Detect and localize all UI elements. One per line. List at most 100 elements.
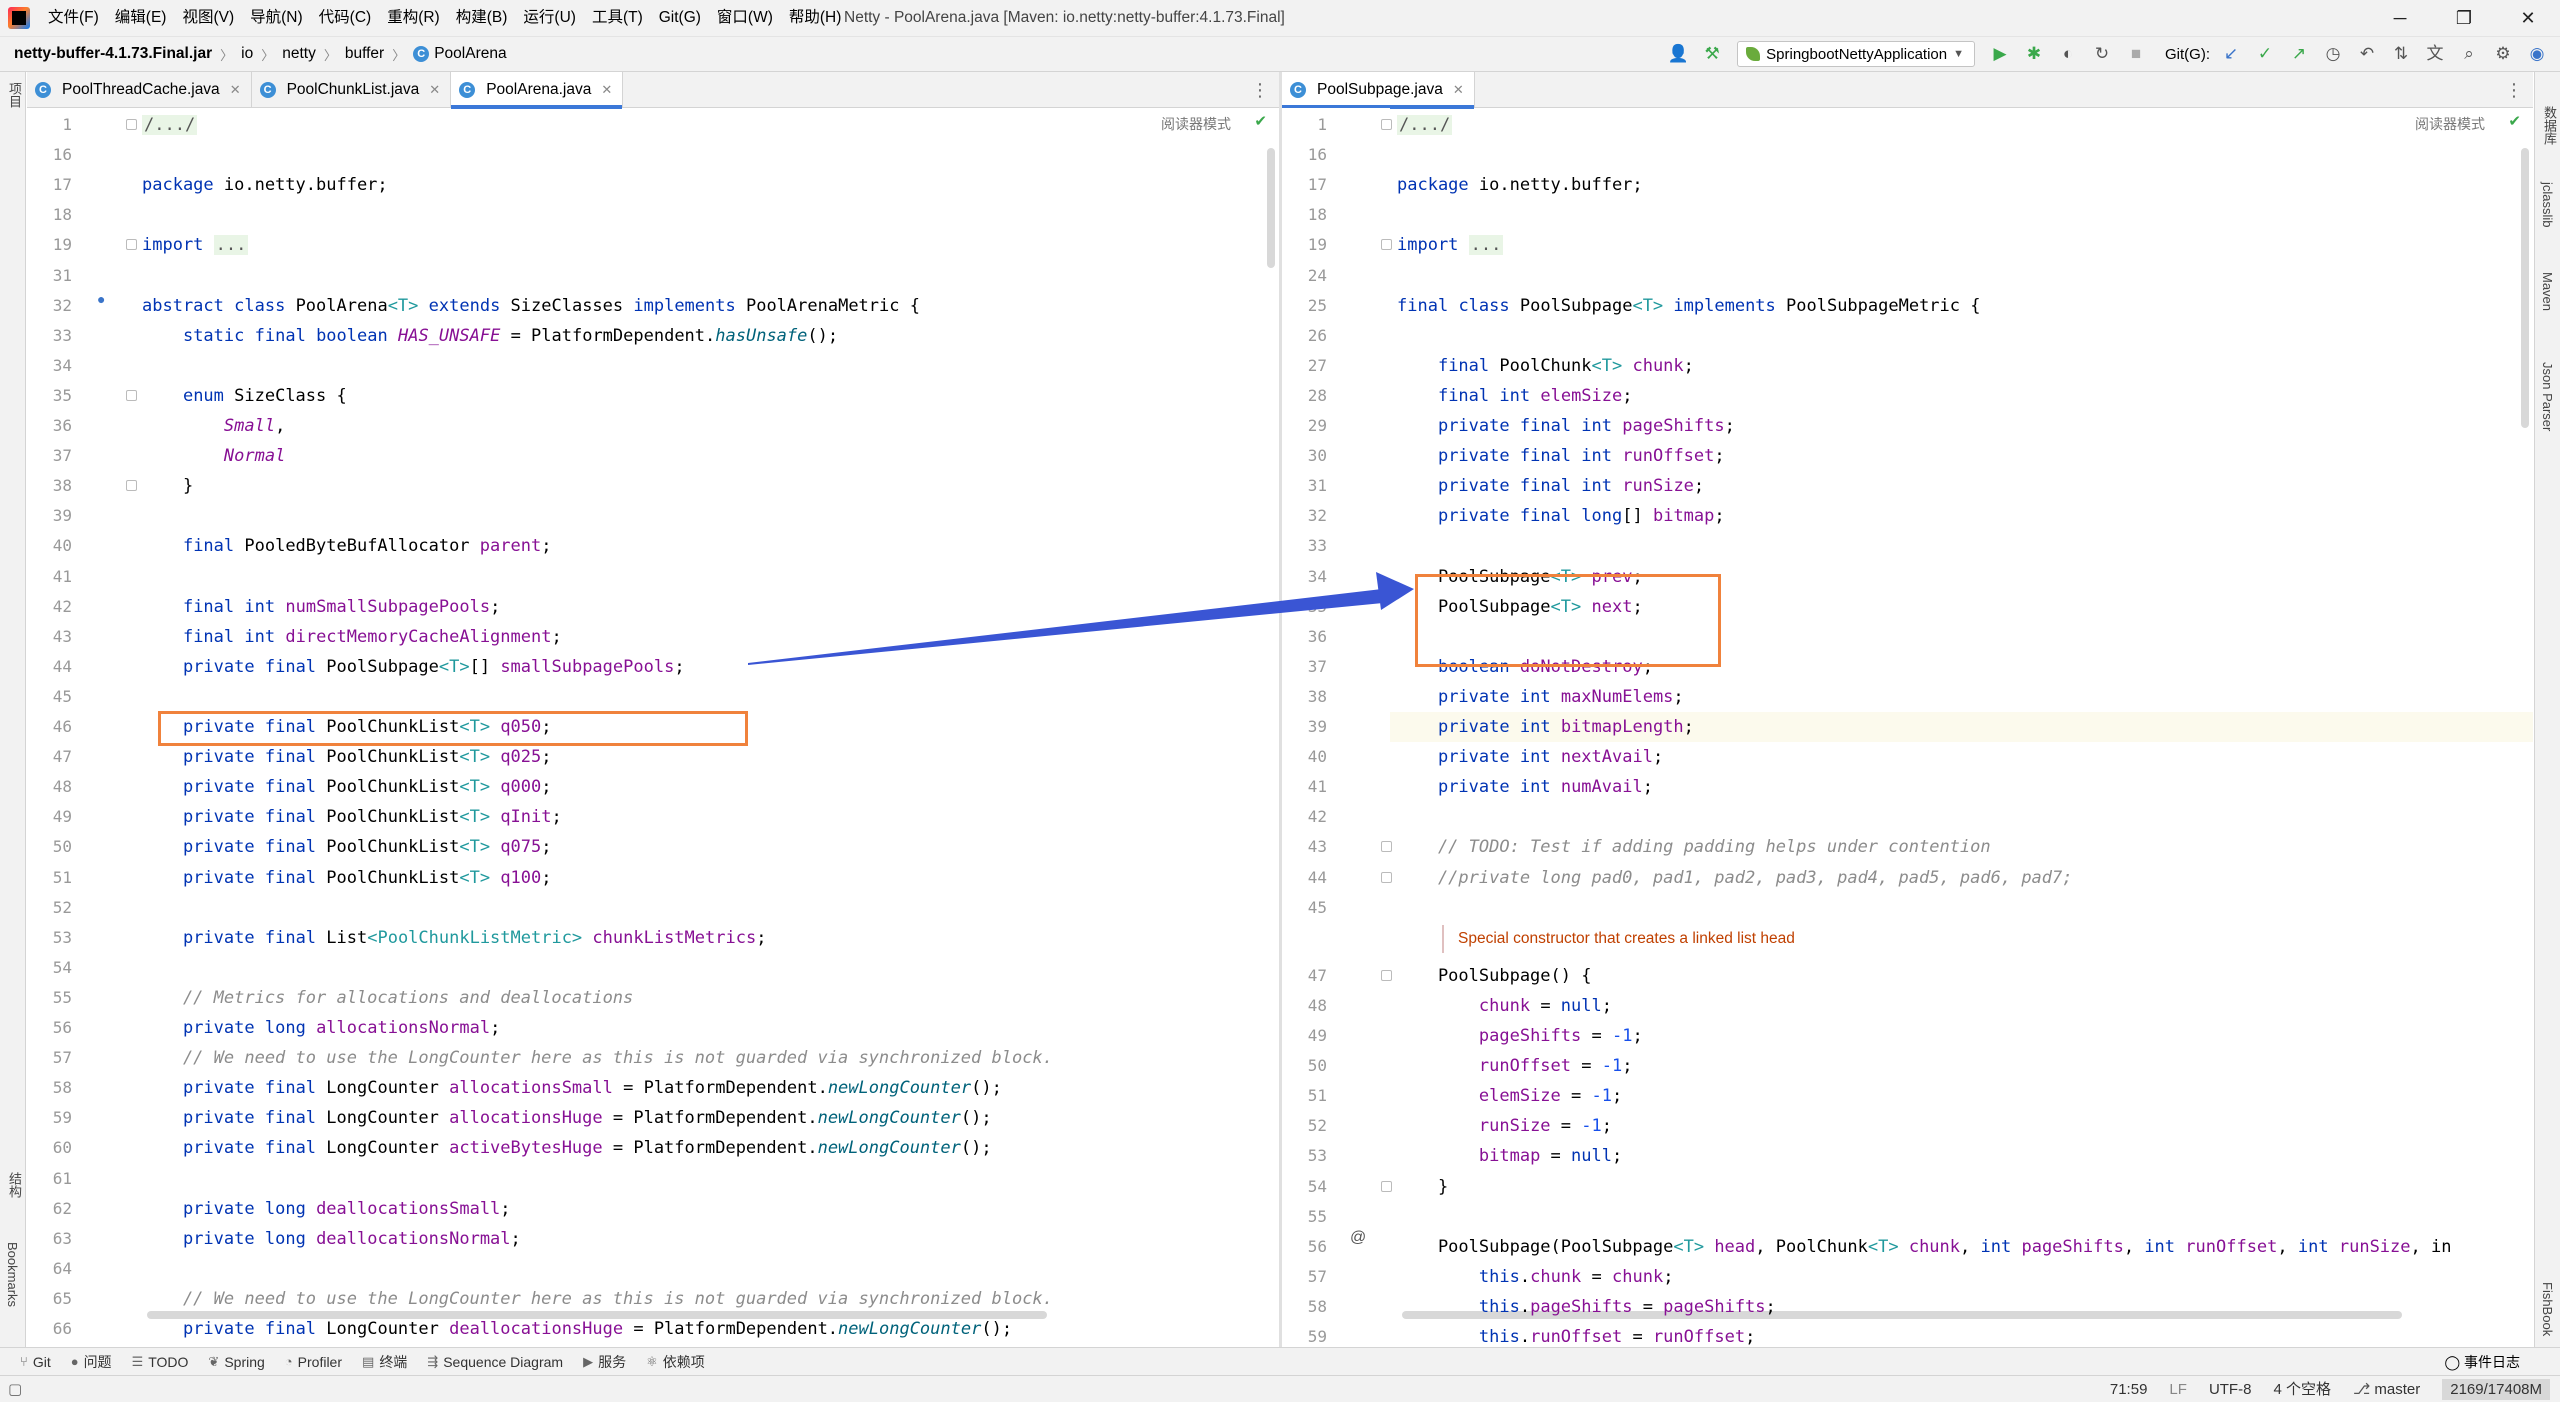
menu-item[interactable]: 编辑(E) bbox=[107, 0, 175, 36]
search-icon[interactable]: ⌕ bbox=[2454, 39, 2484, 69]
menu-item[interactable]: 视图(V) bbox=[174, 0, 242, 36]
close-icon[interactable]: ✕ bbox=[429, 82, 440, 98]
user-icon[interactable]: 👤 bbox=[1663, 39, 1693, 69]
menu-item[interactable]: 工具(T) bbox=[584, 0, 651, 36]
line-separator[interactable]: LF bbox=[2169, 1376, 2187, 1402]
editor-tab[interactable]: C PoolArena.java ✕ bbox=[451, 72, 624, 109]
breadcrumb-buffer[interactable]: buffer bbox=[345, 45, 384, 63]
editor-tab[interactable]: C PoolThreadCache.java ✕ bbox=[27, 72, 252, 108]
breadcrumb-jar[interactable]: netty-buffer-4.1.73.Final.jar bbox=[14, 45, 212, 63]
history-icon[interactable]: ◷ bbox=[2318, 39, 2348, 69]
jclasslib-tool-button[interactable]: jclasslib bbox=[2540, 182, 2555, 228]
close-icon[interactable]: ✕ bbox=[2496, 0, 2560, 36]
coverage-icon[interactable]: ◐ bbox=[2053, 39, 2083, 69]
chevron-right-icon: 〉 bbox=[261, 47, 275, 63]
breadcrumb-io[interactable]: io bbox=[241, 45, 253, 63]
menu-item[interactable]: 代码(C) bbox=[311, 0, 380, 36]
fishbook-tool-button[interactable]: FishBook bbox=[2540, 1282, 2555, 1336]
implements-marker-icon[interactable]: ● bbox=[97, 291, 105, 307]
fold-marker-icon[interactable] bbox=[126, 119, 137, 130]
stop-icon[interactable]: ■ bbox=[2121, 39, 2151, 69]
editor-tab[interactable]: C PoolSubpage.java ✕ bbox=[1282, 72, 1475, 109]
left-vertical-scrollbar[interactable] bbox=[1267, 148, 1275, 268]
bookmarks-tool-button[interactable]: Bookmarks bbox=[5, 1242, 20, 1307]
tab-actions-icon[interactable]: ⋮ bbox=[1251, 72, 1269, 108]
menu-item[interactable]: 窗口(W) bbox=[709, 0, 781, 36]
inspection-ok-icon[interactable]: ✔ bbox=[2508, 112, 2521, 130]
line-number: 44 bbox=[52, 656, 72, 676]
minimize-icon[interactable]: ─ bbox=[2368, 0, 2432, 36]
project-tool-button[interactable]: 项目 bbox=[5, 82, 24, 108]
plugin-icon[interactable]: ◉ bbox=[2522, 39, 2552, 69]
tool-window-button[interactable]: ⇶ Sequence Diagram bbox=[427, 1354, 563, 1370]
run-configuration-select[interactable]: SpringbootNettyApplication ▼ bbox=[1737, 41, 1975, 67]
debug-icon[interactable]: ✱ bbox=[2019, 39, 2049, 69]
close-icon[interactable]: ✕ bbox=[230, 82, 241, 98]
memory-indicator[interactable]: 2169/17408M bbox=[2442, 1379, 2550, 1400]
layout-toggle-icon[interactable]: ▢ bbox=[8, 1380, 22, 1398]
tool-window-button[interactable]: ⚛ 依赖项 bbox=[646, 1352, 705, 1372]
highlight-box-prev-next bbox=[1415, 574, 1721, 667]
inspection-ok-icon[interactable]: ✔ bbox=[1254, 112, 1267, 130]
tool-window-button[interactable]: ● 问题 bbox=[71, 1352, 112, 1372]
tool-window-button[interactable]: ▤ 终端 bbox=[362, 1352, 407, 1372]
tool-window-button[interactable]: ☰ TODO bbox=[132, 1354, 189, 1370]
translate-icon[interactable]: 文 bbox=[2420, 39, 2450, 69]
build-hammer-icon[interactable]: ⚒ bbox=[1697, 39, 1727, 69]
code-line: private int numAvail; bbox=[1437, 777, 1653, 798]
close-icon[interactable]: ✕ bbox=[601, 82, 612, 98]
caret-position[interactable]: 71:59 bbox=[2110, 1376, 2148, 1402]
fold-marker-icon[interactable] bbox=[1381, 969, 1392, 981]
menu-item[interactable]: 帮助(H) bbox=[781, 0, 850, 36]
git-update-icon[interactable]: ↙ bbox=[2216, 39, 2246, 69]
fold-marker-icon[interactable] bbox=[1381, 1180, 1392, 1192]
code-line: final PooledByteBufAllocator parent; bbox=[182, 536, 552, 557]
restore-icon[interactable]: ❐ bbox=[2432, 0, 2496, 36]
rollback-icon[interactable]: ↶ bbox=[2352, 39, 2382, 69]
file-encoding[interactable]: UTF-8 bbox=[2209, 1376, 2252, 1402]
right-vertical-scrollbar[interactable] bbox=[2521, 148, 2529, 428]
fold-marker-icon[interactable] bbox=[1381, 239, 1392, 251]
event-log-button[interactable]: ◯ 事件日志 bbox=[2444, 1348, 2520, 1376]
git-commit-icon[interactable]: ✓ bbox=[2250, 39, 2280, 69]
left-code-editor[interactable]: 1 16 17 18 19 31 32 33 34 35 36 37 38 39 40 41 42 43 44 45 4… bbox=[27, 108, 1279, 1339]
run-icon[interactable]: ▶ bbox=[1985, 39, 2015, 69]
fold-marker-icon[interactable] bbox=[1381, 841, 1392, 853]
fold-marker-icon[interactable] bbox=[126, 239, 137, 251]
breadcrumb-class[interactable]: PoolArena bbox=[434, 45, 506, 63]
tab-actions-icon[interactable]: ⋮ bbox=[2505, 72, 2523, 108]
right-code-editor[interactable]: 1 16 17 18 19 24 25 26 27 28 29 30 31 32 33 34 35 36 37 38 3… bbox=[1282, 108, 2533, 1347]
menu-item[interactable]: 运行(U) bbox=[515, 0, 584, 36]
vcs-operations-icon[interactable]: ⇅ bbox=[2386, 39, 2416, 69]
database-tool-button[interactable]: 数据库 bbox=[2540, 106, 2559, 145]
tool-window-button[interactable]: ❦ Spring bbox=[208, 1354, 264, 1370]
reader-mode-button[interactable]: 阅读器模式 bbox=[2415, 114, 2485, 134]
menu-item[interactable]: 构建(B) bbox=[448, 0, 516, 36]
tool-window-button[interactable]: ▶ 服务 bbox=[583, 1352, 626, 1372]
indent-setting[interactable]: 4 个空格 bbox=[2273, 1376, 2331, 1402]
maven-tool-button[interactable]: Maven bbox=[2540, 272, 2555, 311]
tool-window-button[interactable]: ⑂ Git bbox=[20, 1354, 51, 1370]
editor-tab[interactable]: C PoolChunkList.java ✕ bbox=[252, 72, 452, 108]
fold-marker-icon[interactable] bbox=[126, 389, 137, 401]
menu-item[interactable]: 导航(N) bbox=[242, 0, 311, 36]
json-parser-tool-button[interactable]: Json Parser bbox=[2540, 362, 2555, 431]
menu-item[interactable]: Git(G) bbox=[651, 0, 709, 36]
fold-marker-icon[interactable] bbox=[1381, 871, 1392, 883]
profile-icon[interactable]: ↻ bbox=[2087, 39, 2117, 69]
override-marker-icon[interactable]: @ bbox=[1350, 1229, 1366, 1247]
settings-gear-icon[interactable]: ⚙ bbox=[2488, 39, 2518, 69]
tool-window-button[interactable]: ◔ Profiler bbox=[285, 1354, 342, 1370]
git-push-icon[interactable]: ↗ bbox=[2284, 39, 2314, 69]
reader-mode-button[interactable]: 阅读器模式 bbox=[1161, 114, 1231, 134]
fold-marker-icon[interactable] bbox=[1381, 119, 1392, 130]
menu-item[interactable]: 文件(F) bbox=[40, 0, 107, 36]
git-branch[interactable]: ⎇ master bbox=[2353, 1376, 2420, 1402]
structure-tool-button[interactable]: 结构 bbox=[5, 1172, 24, 1198]
menu-item[interactable]: 重构(R) bbox=[379, 0, 448, 36]
close-icon[interactable]: ✕ bbox=[1453, 82, 1464, 98]
fold-marker-icon[interactable] bbox=[126, 480, 137, 492]
line-number: 16 bbox=[52, 145, 72, 165]
line-number: 46 bbox=[52, 717, 72, 736]
breadcrumb-netty[interactable]: netty bbox=[282, 45, 316, 63]
